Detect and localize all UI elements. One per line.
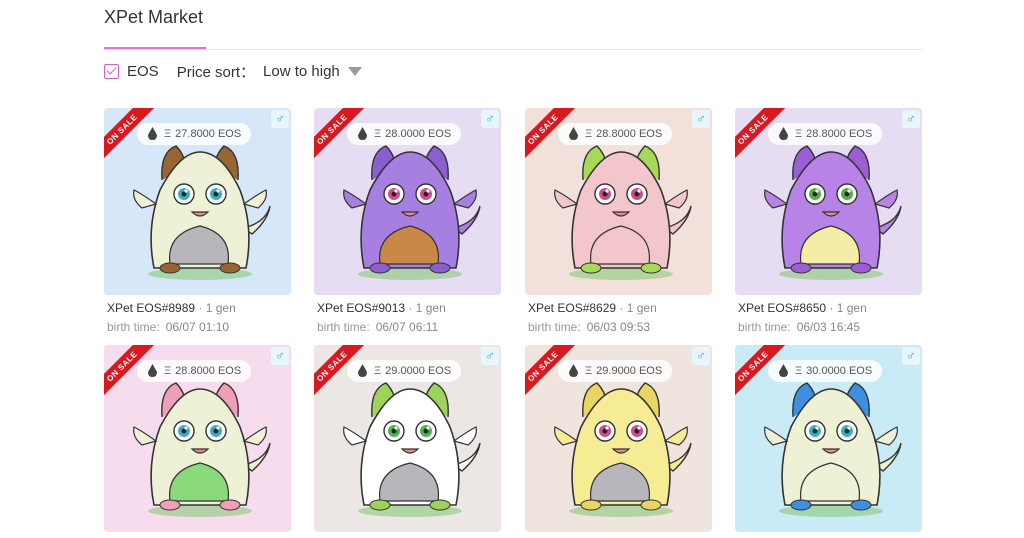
- birth-time-value: 06/07 01:10: [165, 320, 230, 334]
- title-divider: [104, 49, 922, 50]
- pet-generation: · 1 gen: [198, 301, 236, 315]
- male-gender-icon: ♂: [692, 347, 710, 365]
- pet-name-line: XPet EOS#8650 · 1 gen: [735, 301, 922, 315]
- eos-checkbox[interactable]: [104, 63, 119, 79]
- title-underline-accent: [104, 47, 206, 49]
- pet-generation: · 1 gen: [829, 301, 867, 315]
- pet-card-image[interactable]: ON SALE Ξ 28.8000 EOS ♂: [104, 345, 291, 532]
- pet-card[interactable]: ON SALE Ξ 27.8000 EOS ♂ XPet EOS#8989 · 1…: [104, 108, 291, 334]
- male-gender-icon: ♂: [902, 110, 920, 128]
- pet-card[interactable]: ON SALE Ξ 28.8000 EOS ♂ XPet EOS#8629 · 1…: [525, 108, 712, 334]
- price-value: 29.9000 EOS: [596, 365, 663, 377]
- price-value: 30.0000 EOS: [806, 365, 873, 377]
- eos-drop-icon: [148, 127, 157, 140]
- eos-drop-icon: [569, 364, 578, 377]
- birth-time-value: 06/03 09:53: [586, 320, 651, 334]
- birth-time-value: 06/03 16:45: [796, 320, 861, 334]
- price-value: 28.8000 EOS: [596, 128, 663, 140]
- price-tag: Ξ 29.0000 EOS: [347, 360, 462, 382]
- price-value: 27.8000 EOS: [175, 128, 242, 140]
- pet-name: XPet EOS#8989: [107, 301, 196, 315]
- male-gender-icon: ♂: [481, 347, 499, 365]
- eos-drop-icon: [779, 127, 788, 140]
- pet-name-line: XPet EOS#8989 · 1 gen: [104, 301, 291, 315]
- currency-symbol: Ξ: [374, 128, 382, 140]
- pet-card-image[interactable]: ON SALE Ξ 28.0000 EOS ♂: [314, 108, 501, 295]
- pet-card[interactable]: ON SALE Ξ 29.9000 EOS ♂: [525, 345, 712, 532]
- pet-card[interactable]: ON SALE Ξ 28.0000 EOS ♂ XPet EOS#9013 · 1…: [314, 108, 501, 334]
- pet-card-image[interactable]: ON SALE Ξ 29.9000 EOS ♂: [525, 345, 712, 532]
- price-value: 28.8000 EOS: [806, 128, 873, 140]
- price-tag: Ξ 27.8000 EOS: [137, 123, 252, 145]
- price-sort-value[interactable]: Low to high: [263, 63, 340, 80]
- price-tag: Ξ 28.8000 EOS: [137, 360, 252, 382]
- price-value: 29.0000 EOS: [385, 365, 452, 377]
- birth-time-label: birth time:: [107, 320, 160, 334]
- pet-grid: ON SALE Ξ 27.8000 EOS ♂ XPet EOS#8989 · 1…: [104, 108, 922, 538]
- eos-drop-icon: [148, 364, 157, 377]
- currency-symbol: Ξ: [585, 365, 593, 377]
- eos-filter-label[interactable]: EOS: [127, 63, 159, 80]
- pet-card[interactable]: ON SALE Ξ 28.8000 EOS ♂: [104, 345, 291, 532]
- male-gender-icon: ♂: [902, 347, 920, 365]
- birth-time-line: birth time: 06/03 09:53: [525, 320, 712, 334]
- page-title: XPet Market: [104, 7, 204, 27]
- birth-time-line: birth time: 06/07 06:11: [314, 320, 501, 334]
- price-value: 28.0000 EOS: [385, 128, 452, 140]
- male-gender-icon: ♂: [271, 347, 289, 365]
- eos-drop-icon: [779, 364, 788, 377]
- price-tag: Ξ 28.8000 EOS: [558, 123, 673, 145]
- currency-symbol: Ξ: [164, 128, 172, 140]
- pet-card-image[interactable]: ON SALE Ξ 29.0000 EOS ♂: [314, 345, 501, 532]
- price-tag: Ξ 28.8000 EOS: [768, 123, 883, 145]
- birth-time-label: birth time:: [738, 320, 791, 334]
- price-value: 28.8000 EOS: [175, 365, 242, 377]
- currency-symbol: Ξ: [795, 365, 803, 377]
- xpet-market-page: XPet Market EOS Price sort： Low to high: [0, 0, 1024, 538]
- pet-card[interactable]: ON SALE Ξ 30.0000 EOS ♂: [735, 345, 922, 532]
- eos-drop-icon: [569, 127, 578, 140]
- currency-symbol: Ξ: [164, 365, 172, 377]
- pet-generation: · 1 gen: [619, 301, 657, 315]
- pet-card-image[interactable]: ON SALE Ξ 27.8000 EOS ♂: [104, 108, 291, 295]
- pet-name: XPet EOS#9013: [317, 301, 406, 315]
- birth-time-label: birth time:: [528, 320, 581, 334]
- male-gender-icon: ♂: [271, 110, 289, 128]
- price-tag: Ξ 28.0000 EOS: [347, 123, 462, 145]
- price-tag: Ξ 29.9000 EOS: [558, 360, 673, 382]
- pet-card-image[interactable]: ON SALE Ξ 28.8000 EOS ♂: [525, 108, 712, 295]
- price-sort-label: Price sort：: [176, 63, 256, 81]
- pet-card[interactable]: ON SALE Ξ 28.8000 EOS ♂ XPet EOS#8650 · 1…: [735, 108, 922, 334]
- eos-drop-icon: [358, 127, 367, 140]
- eos-drop-icon: [358, 364, 367, 377]
- pet-name-line: XPet EOS#8629 · 1 gen: [525, 301, 712, 315]
- birth-time-line: birth time: 06/07 01:10: [104, 320, 291, 334]
- currency-symbol: Ξ: [585, 128, 593, 140]
- sort-dropdown-caret-icon[interactable]: [347, 66, 362, 76]
- pet-name: XPet EOS#8650: [738, 301, 827, 315]
- currency-symbol: Ξ: [795, 128, 803, 140]
- pet-name-line: XPet EOS#9013 · 1 gen: [314, 301, 501, 315]
- filter-bar: EOS Price sort： Low to high: [104, 61, 362, 81]
- birth-time-line: birth time: 06/03 16:45: [735, 320, 922, 334]
- pet-card[interactable]: ON SALE Ξ 29.0000 EOS ♂: [314, 345, 501, 532]
- pet-card-image[interactable]: ON SALE Ξ 30.0000 EOS ♂: [735, 345, 922, 532]
- pet-name: XPet EOS#8629: [528, 301, 617, 315]
- birth-time-label: birth time:: [317, 320, 370, 334]
- male-gender-icon: ♂: [692, 110, 710, 128]
- pet-card-image[interactable]: ON SALE Ξ 28.8000 EOS ♂: [735, 108, 922, 295]
- male-gender-icon: ♂: [481, 110, 499, 128]
- birth-time-value: 06/07 06:11: [375, 320, 439, 334]
- pet-generation: · 1 gen: [408, 301, 446, 315]
- currency-symbol: Ξ: [374, 365, 382, 377]
- price-tag: Ξ 30.0000 EOS: [768, 360, 883, 382]
